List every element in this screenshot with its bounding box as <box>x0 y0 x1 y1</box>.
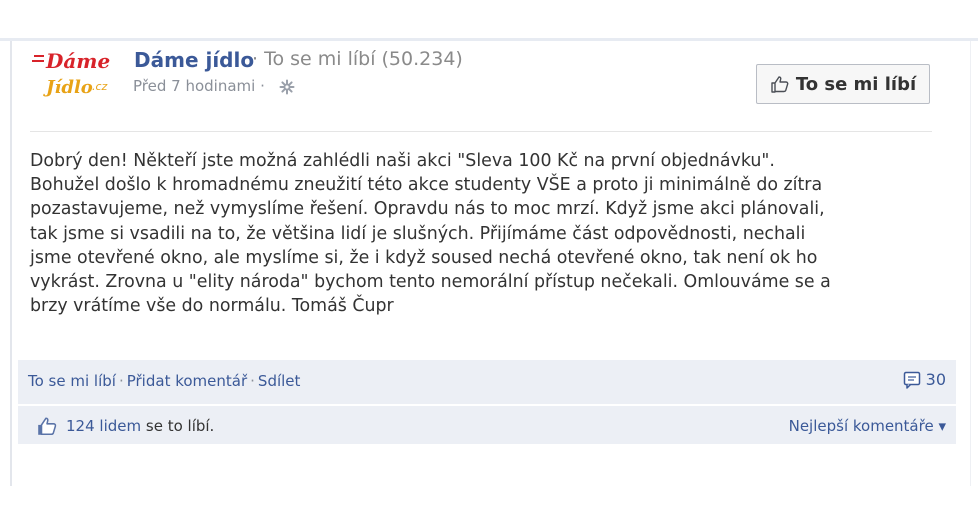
gear-icon[interactable] <box>279 79 295 95</box>
separator-dot: · <box>250 372 255 390</box>
thumbs-up-icon <box>771 76 789 93</box>
best-comments-dropdown[interactable]: Nejlepší komentáře ▾ <box>789 417 946 435</box>
add-comment-link[interactable]: Přidat komentář <box>127 372 247 390</box>
header-divider <box>30 131 932 132</box>
post-actions-bar: To se mi líbí · Přidat komentář · Sdílet 30 <box>18 360 956 404</box>
thumbs-up-icon <box>38 417 57 436</box>
page-likes-count: · To se mi líbí (50.234) <box>252 48 463 70</box>
comment-count-button[interactable]: 30 <box>903 370 946 389</box>
like-link[interactable]: To se mi líbí <box>28 372 116 390</box>
likes-suffix: se to líbí. <box>145 417 215 435</box>
comment-count: 30 <box>925 370 946 389</box>
logo-line2: Jídlo <box>43 77 93 98</box>
separator-dot: · <box>118 372 124 390</box>
likers-link[interactable]: 124 lidem <box>66 417 141 435</box>
page-name-link[interactable]: Dáme jídlo <box>134 48 254 72</box>
logo-suffix: .cz <box>92 80 108 93</box>
post-timestamp[interactable]: Před 7 hodinami · <box>133 77 265 95</box>
logo-icon[interactable]: Dáme Jídlo .cz <box>30 48 122 104</box>
logo-line1: Dáme <box>45 49 110 73</box>
share-link[interactable]: Sdílet <box>258 372 301 390</box>
like-page-button[interactable]: To se mi líbí <box>756 64 930 104</box>
likes-summary-bar: 124 lidem se to líbí. Nejlepší komentáře… <box>18 406 956 444</box>
comment-icon <box>903 371 920 389</box>
like-page-label: To se mi líbí <box>795 73 917 95</box>
post-text: Dobrý den! Někteří jste možná zahlédli n… <box>30 151 831 317</box>
